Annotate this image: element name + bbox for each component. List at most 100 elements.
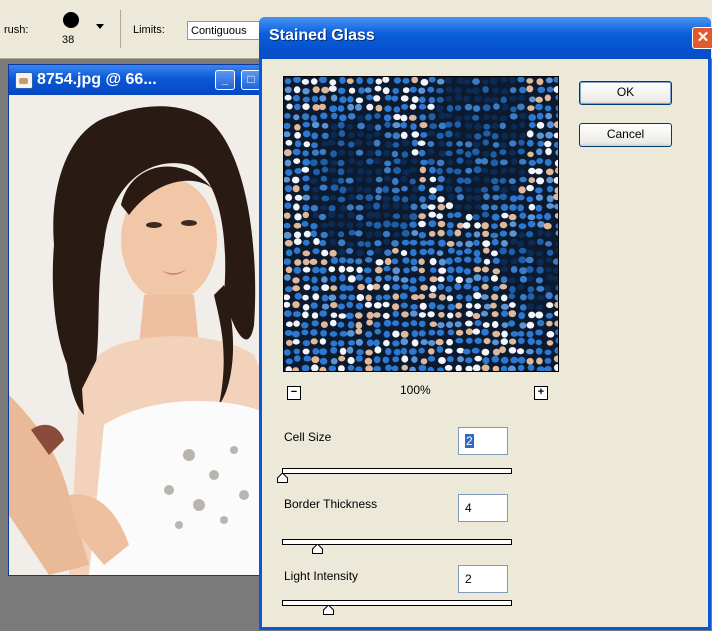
mosaic-cell [319, 148, 327, 156]
mosaic-cell [418, 184, 426, 192]
mosaic-cell [410, 258, 418, 266]
mosaic-cell [366, 284, 374, 291]
mosaic-cell [535, 339, 543, 346]
mosaic-cell [446, 321, 454, 328]
zoom-out-button[interactable]: − [287, 386, 301, 400]
mosaic-cell [337, 140, 345, 147]
mosaic-cell [455, 266, 464, 274]
mosaic-cell [420, 284, 428, 291]
cell-size-input[interactable]: 2 [458, 427, 508, 455]
mosaic-cell [346, 258, 355, 264]
mosaic-cell [418, 347, 425, 354]
mosaic-cell [402, 213, 409, 221]
document-titlebar[interactable]: 8754.jpg @ 66... _ □ [9, 65, 271, 95]
limits-select[interactable]: Contiguous [187, 21, 267, 40]
mosaic-cell [329, 79, 337, 86]
mosaic-cell [310, 159, 318, 167]
mosaic-cell [519, 275, 528, 283]
mosaic-cell [445, 178, 452, 184]
mosaic-cell [455, 302, 463, 310]
mosaic-cell [535, 311, 544, 319]
mosaic-cell [409, 221, 417, 228]
mosaic-cell [328, 167, 337, 174]
mosaic-cell [428, 292, 437, 299]
mosaic-cell [381, 202, 390, 210]
mosaic-cell [430, 267, 437, 273]
mosaic-cell [401, 196, 409, 203]
zoom-in-button[interactable]: + [534, 386, 548, 400]
mosaic-cell [321, 86, 330, 94]
mosaic-cell [489, 77, 498, 85]
mosaic-cell [490, 159, 499, 167]
mosaic-cell [536, 177, 545, 185]
mosaic-cell [330, 275, 337, 283]
mosaic-cell [445, 130, 453, 138]
mosaic-cell [519, 304, 527, 311]
mosaic-cell [366, 339, 374, 347]
mosaic-cell [366, 123, 374, 131]
minimize-button[interactable]: _ [215, 70, 235, 90]
mosaic-cell [482, 230, 490, 237]
mosaic-cell [365, 169, 373, 176]
mosaic-cell [293, 247, 301, 254]
brush-preview-icon[interactable] [63, 12, 79, 28]
brush-dropdown-arrow-icon[interactable] [96, 24, 104, 29]
mosaic-cell [418, 96, 426, 104]
mosaic-cell [321, 284, 330, 291]
cell-size-slider[interactable] [282, 468, 512, 474]
mosaic-cell [455, 337, 464, 344]
mosaic-cell [391, 187, 400, 194]
mosaic-cell [293, 348, 300, 355]
close-button[interactable]: ✕ [692, 27, 712, 49]
mosaic-cell [284, 149, 292, 157]
border-thickness-input[interactable]: 4 [458, 494, 508, 522]
mosaic-cell [490, 302, 497, 309]
mosaic-cell [465, 159, 473, 165]
filter-preview[interactable] [283, 76, 559, 372]
light-intensity-slider-thumb[interactable] [323, 605, 334, 615]
mosaic-cell [481, 283, 489, 290]
dialog-titlebar[interactable]: Stained Glass ✕ [259, 17, 712, 59]
mosaic-cell [346, 285, 354, 291]
mosaic-cell [339, 347, 347, 355]
mosaic-cell [302, 239, 310, 246]
mosaic-cell [302, 250, 311, 257]
cancel-button[interactable]: Cancel [579, 123, 672, 147]
mosaic-cell [365, 113, 372, 121]
mosaic-cell [420, 203, 428, 210]
light-intensity-slider[interactable] [282, 600, 512, 606]
mosaic-cell [410, 158, 419, 165]
mosaic-cell [447, 266, 455, 274]
cell-size-slider-thumb[interactable] [277, 473, 288, 483]
mosaic-cell [536, 213, 543, 220]
mosaic-cell [410, 123, 417, 131]
mosaic-cell [285, 139, 293, 146]
mosaic-cell [301, 322, 309, 329]
mosaic-cell [400, 222, 408, 230]
ok-button[interactable]: OK [579, 81, 672, 105]
mosaic-cell [526, 266, 534, 273]
mosaic-cell [438, 311, 445, 318]
light-intensity-input[interactable]: 2 [458, 565, 508, 593]
mosaic-cell [435, 104, 444, 112]
mosaic-cell [465, 294, 473, 302]
mosaic-cell [338, 248, 346, 256]
mosaic-cell [446, 338, 453, 346]
mosaic-cell [383, 294, 391, 300]
mosaic-cell [402, 257, 410, 264]
mosaic-cell [436, 167, 443, 175]
mosaic-cell [481, 266, 489, 273]
mosaic-cell [472, 114, 480, 121]
mosaic-cell [435, 338, 444, 346]
mosaic-cell [463, 78, 471, 85]
mosaic-cell [453, 168, 462, 175]
mosaic-cell [438, 357, 446, 364]
mosaic-cell [345, 312, 354, 319]
restore-button[interactable]: □ [241, 70, 261, 90]
mosaic-cell [392, 320, 400, 327]
mosaic-cell [293, 266, 302, 274]
mosaic-cell [483, 176, 491, 184]
mosaic-cell [409, 239, 418, 246]
mosaic-cell [528, 114, 536, 121]
border-thickness-slider-thumb[interactable] [311, 544, 323, 554]
